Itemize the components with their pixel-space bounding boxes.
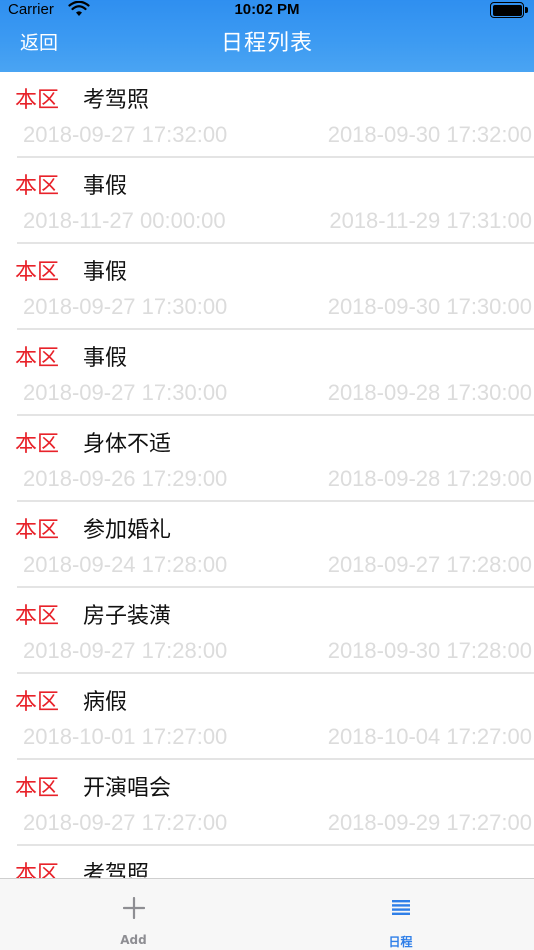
start-time: 2018-11-27 00:00:00 [23,208,226,233]
tab-bar: Add 日程 [0,878,534,950]
item-title: 考驾照 [83,862,150,878]
item-title: 开演唱会 [83,776,172,801]
item-title: 事假 [83,346,128,371]
page-title: 日程列表 [220,31,313,56]
start-time: 2018-09-24 17:28:00 [23,552,228,577]
start-time: 2018-10-01 17:27:00 [23,724,228,749]
end-time: 2018-11-29 17:31:00 [329,208,532,233]
region-label: 本区 [15,260,60,285]
end-time: 2018-09-30 17:28:00 [327,638,532,663]
tab-schedule-label: 日程 [388,935,413,949]
list-item[interactable]: 本区 身体不适 2018-09-26 17:29:00 2018-09-28 1… [0,416,534,502]
item-title: 身体不适 [83,432,172,457]
start-time: 2018-09-27 17:30:00 [23,380,228,405]
end-time: 2018-10-04 17:27:00 [327,724,532,749]
battery-icon [490,2,528,18]
region-label: 本区 [15,174,60,199]
list-item[interactable]: 本区 病假 2018-10-01 17:27:00 2018-10-04 17:… [0,674,534,760]
header: Carrier 10:02 PM 返回 日程列表 [0,0,534,72]
list-item[interactable]: 本区 事假 2018-09-27 17:30:00 2018-09-30 17:… [0,244,534,330]
status-bar: Carrier 10:02 PM [0,0,534,22]
status-time: 10:02 PM [234,1,300,18]
tab-add-label: Add [120,933,147,947]
region-label: 本区 [15,346,60,371]
region-label: 本区 [15,604,60,629]
start-time: 2018-09-26 17:29:00 [23,466,228,491]
region-label: 本区 [15,776,60,801]
end-time: 2018-09-29 17:27:00 [327,810,532,835]
start-time: 2018-09-27 17:30:00 [23,294,228,319]
start-time: 2018-09-27 17:32:00 [23,122,228,147]
end-time: 2018-09-30 17:32:00 [327,122,532,147]
end-time: 2018-09-28 17:30:00 [327,380,532,405]
list-item[interactable]: 本区 房子装潢 2018-09-27 17:28:00 2018-09-30 1… [0,588,534,674]
item-title: 参加婚礼 [83,518,172,543]
item-title: 考驾照 [83,88,150,113]
item-title: 房子装潢 [83,604,172,629]
region-label: 本区 [15,432,60,457]
list-item[interactable]: 本区 参加婚礼 2018-09-24 17:28:00 2018-09-27 1… [0,502,534,588]
end-time: 2018-09-27 17:28:00 [327,552,532,577]
list-item[interactable]: 本区 考驾照 [0,846,534,878]
list-item[interactable]: 本区 事假 2018-11-27 00:00:00 2018-11-29 17:… [0,158,534,244]
end-time: 2018-09-28 17:29:00 [327,466,532,491]
start-time: 2018-09-27 17:27:00 [23,810,228,835]
list-icon [391,900,410,915]
start-time: 2018-09-27 17:28:00 [23,638,228,663]
tab-add[interactable]: Add [0,879,267,950]
screen: { "status_bar": { "carrier": "Carrier", … [0,0,534,950]
region-label: 本区 [15,862,60,878]
item-title: 事假 [83,260,128,285]
item-title: 事假 [83,174,128,199]
plus-icon [122,897,145,919]
tab-schedule[interactable]: 日程 [267,879,534,950]
list-item[interactable]: 本区 事假 2018-09-27 17:30:00 2018-09-28 17:… [0,330,534,416]
schedule-list[interactable]: 本区 考驾照 2018-09-27 17:32:00 2018-09-30 17… [0,72,534,878]
list-item[interactable]: 本区 考驾照 2018-09-27 17:32:00 2018-09-30 17… [0,72,534,158]
item-title: 病假 [83,690,128,715]
region-label: 本区 [15,518,60,543]
region-label: 本区 [15,690,60,715]
region-label: 本区 [15,88,60,113]
list-item[interactable]: 本区 开演唱会 2018-09-27 17:27:00 2018-09-29 1… [0,760,534,846]
end-time: 2018-09-30 17:30:00 [327,294,532,319]
